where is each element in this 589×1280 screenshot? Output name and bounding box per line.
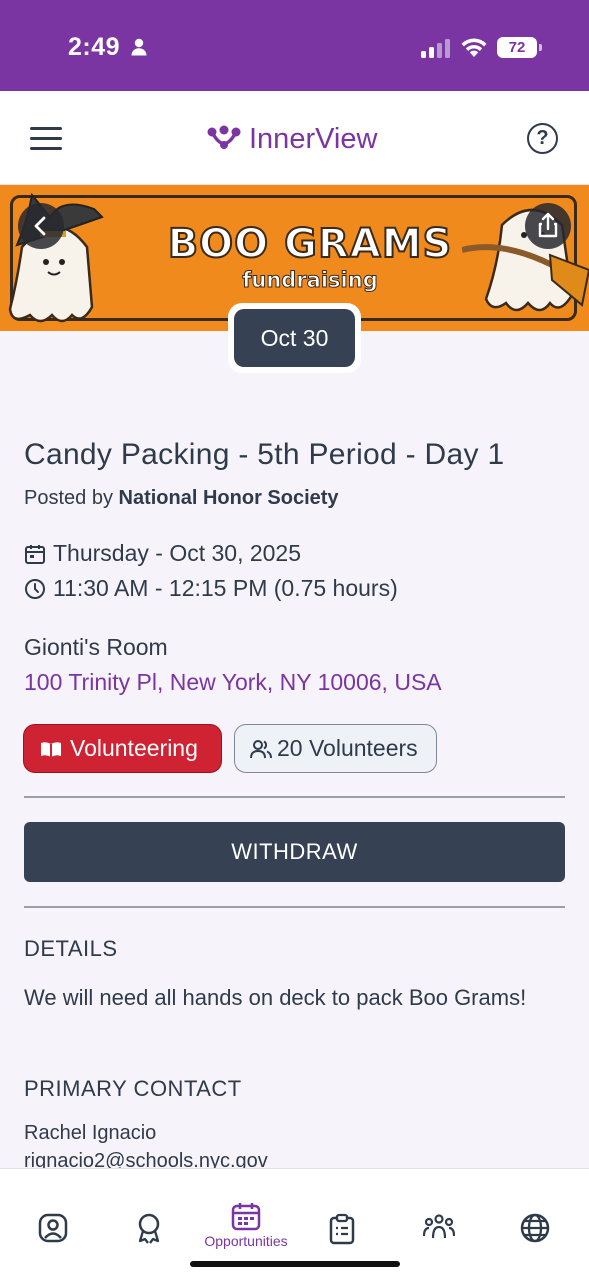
book-icon [41, 741, 61, 757]
help-button[interactable]: ? [527, 123, 558, 154]
primary-contact-heading: PRIMARY CONTACT [24, 1076, 242, 1101]
category-label: Volunteering [70, 735, 198, 761]
profile-icon [38, 1213, 68, 1243]
details-heading: DETAILS [24, 936, 118, 961]
date-badge-text: Oct 30 [234, 309, 355, 367]
divider [24, 906, 565, 908]
volunteers-chip[interactable]: 20 Volunteers [234, 724, 437, 773]
tab-explore[interactable] [502, 1169, 568, 1280]
tab-community[interactable] [406, 1169, 472, 1280]
community-icon [423, 1214, 455, 1239]
banner-subtitle: fundraising [242, 268, 378, 293]
tab-label-opportunities: Opportunities [204, 1233, 288, 1249]
event-address-link[interactable]: 100 Trinity Pl, New York, NY 10006, USA [24, 669, 442, 696]
event-date: Thursday - Oct 30, 2025 [53, 540, 302, 566]
wifi-icon [461, 38, 487, 57]
posted-by: Posted by National Honor Society [24, 487, 339, 510]
event-title: Candy Packing - 5th Period - Day 1 [24, 438, 505, 471]
users-icon [250, 739, 272, 758]
withdraw-button[interactable]: WITHDRAW [24, 822, 565, 882]
calendar-icon [231, 1203, 261, 1231]
volunteers-count: 20 Volunteers [277, 735, 418, 761]
clock-icon [25, 578, 45, 599]
status-bar: 2:49 72 [0, 0, 589, 91]
status-time: 2:49 [68, 33, 121, 61]
calendar-icon [25, 544, 45, 564]
date-badge: Oct 30 [228, 303, 361, 373]
brand-logo: InnerView [207, 119, 377, 159]
tab-achievements[interactable] [116, 1169, 182, 1280]
share-button[interactable] [525, 203, 571, 249]
brand-name: InnerView [249, 122, 378, 155]
battery-indicator: 72 [497, 37, 542, 58]
event-location: Gionti's Room [24, 634, 168, 660]
event-time-row: 11:30 AM - 12:15 PM (0.75 hours) [24, 575, 398, 602]
globe-icon [520, 1213, 550, 1243]
chevron-left-icon [34, 216, 46, 236]
home-indicator [190, 1261, 400, 1267]
organization-name: National Honor Society [118, 487, 339, 509]
share-icon [538, 212, 558, 238]
details-text: We will need all hands on deck to pack B… [24, 985, 527, 1010]
back-button[interactable] [18, 203, 64, 249]
event-time: 11:30 AM - 12:15 PM (0.75 hours) [53, 575, 398, 601]
divider [24, 796, 565, 798]
posted-prefix: Posted by [24, 487, 113, 509]
innerview-logo-icon [207, 125, 241, 149]
tab-profile[interactable] [20, 1169, 86, 1280]
contact-name: Rachel Ignacio [24, 1122, 157, 1144]
category-chip[interactable]: Volunteering [23, 724, 222, 773]
event-date-row: Thursday - Oct 30, 2025 [24, 540, 301, 567]
award-icon [138, 1213, 160, 1244]
clipboard-icon [329, 1213, 355, 1245]
app-header: InnerView ? [0, 91, 589, 185]
person-icon [131, 38, 147, 56]
menu-button[interactable] [30, 127, 62, 151]
banner-title: BOO GRAMS [167, 220, 453, 268]
cellular-signal-icon [421, 39, 450, 58]
